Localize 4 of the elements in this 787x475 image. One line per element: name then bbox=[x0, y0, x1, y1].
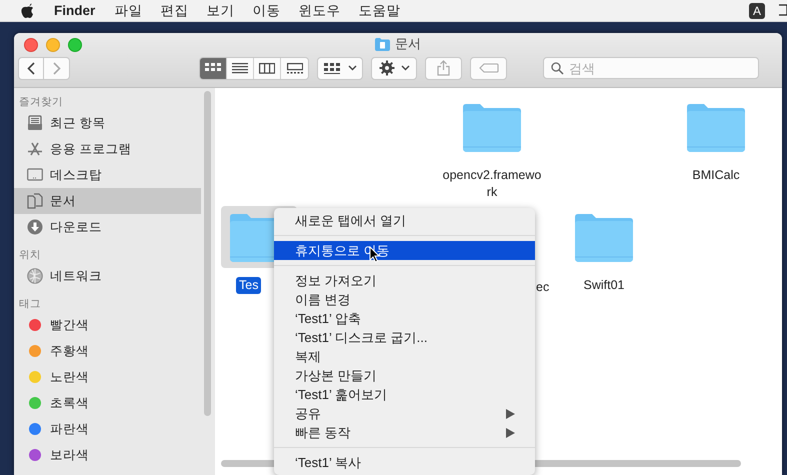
section-heading: 태그 bbox=[18, 297, 42, 312]
section-heading: 위치 bbox=[18, 248, 42, 263]
section-heading: 즐겨찾기 bbox=[18, 95, 64, 110]
window-title: 문서 bbox=[395, 35, 421, 53]
